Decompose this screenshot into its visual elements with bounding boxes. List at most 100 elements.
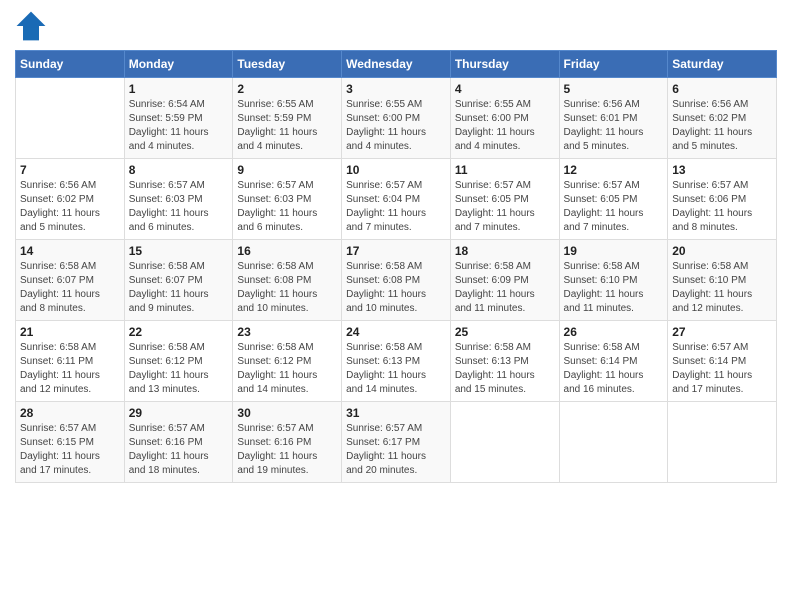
page-header <box>15 10 777 42</box>
day-info: Sunrise: 6:55 AM Sunset: 6:00 PM Dayligh… <box>346 98 446 154</box>
day-number: 9 <box>237 163 337 177</box>
day-cell: 18 Sunrise: 6:58 AM Sunset: 6:09 PM Dayli… <box>450 240 559 321</box>
day-number: 20 <box>672 244 772 258</box>
day-cell: 28 Sunrise: 6:57 AM Sunset: 6:15 PM Dayli… <box>16 402 125 483</box>
day-number: 17 <box>346 244 446 258</box>
header-cell-sunday: Sunday <box>16 51 125 78</box>
day-info: Sunrise: 6:58 AM Sunset: 6:07 PM Dayligh… <box>129 260 229 316</box>
header-row: SundayMondayTuesdayWednesdayThursdayFrid… <box>16 51 777 78</box>
day-cell: 15Sunrise: 6:58 AM Sunset: 6:07 PM Dayli… <box>124 240 233 321</box>
header-cell-saturday: Saturday <box>668 51 777 78</box>
day-info: Sunrise: 6:56 AM Sunset: 6:01 PM Dayligh… <box>564 98 664 154</box>
day-cell: 1 Sunrise: 6:54 AM Sunset: 5:59 PM Daylig… <box>124 78 233 159</box>
day-info: Sunrise: 6:58 AM Sunset: 6:12 PM Dayligh… <box>237 341 337 397</box>
day-number: 22 <box>129 325 229 339</box>
day-info: Sunrise: 6:57 AM Sunset: 6:03 PM Dayligh… <box>237 179 337 235</box>
day-info: Sunrise: 6:58 AM Sunset: 6:12 PM Dayligh… <box>129 341 229 397</box>
day-info: Sunrise: 6:57 AM Sunset: 6:15 PM Dayligh… <box>20 422 120 478</box>
day-number: 1 <box>129 82 229 96</box>
day-info: Sunrise: 6:58 AM Sunset: 6:08 PM Dayligh… <box>237 260 337 316</box>
day-cell: 31 Sunrise: 6:57 AM Sunset: 6:17 PM Dayli… <box>342 402 451 483</box>
day-cell: 6Sunrise: 6:56 AM Sunset: 6:02 PM Daylig… <box>668 78 777 159</box>
day-number: 26 <box>564 325 664 339</box>
day-cell: 10 Sunrise: 6:57 AM Sunset: 6:04 PM Dayli… <box>342 159 451 240</box>
day-info: Sunrise: 6:57 AM Sunset: 6:06 PM Dayligh… <box>672 179 772 235</box>
day-number: 31 <box>346 406 446 420</box>
day-number: 12 <box>564 163 664 177</box>
day-cell: 24 Sunrise: 6:58 AM Sunset: 6:13 PM Dayli… <box>342 321 451 402</box>
day-cell: 12 Sunrise: 6:57 AM Sunset: 6:05 PM Dayli… <box>559 159 668 240</box>
day-number: 18 <box>455 244 555 258</box>
day-number: 13 <box>672 163 772 177</box>
day-number: 21 <box>20 325 120 339</box>
day-number: 6 <box>672 82 772 96</box>
day-number: 8 <box>129 163 229 177</box>
day-number: 19 <box>564 244 664 258</box>
day-info: Sunrise: 6:57 AM Sunset: 6:05 PM Dayligh… <box>455 179 555 235</box>
day-cell: 19 Sunrise: 6:58 AM Sunset: 6:10 PM Dayli… <box>559 240 668 321</box>
day-cell: 17Sunrise: 6:58 AM Sunset: 6:08 PM Dayli… <box>342 240 451 321</box>
day-cell: 14 Sunrise: 6:58 AM Sunset: 6:07 PM Dayli… <box>16 240 125 321</box>
day-cell: 20 Sunrise: 6:58 AM Sunset: 6:10 PM Dayli… <box>668 240 777 321</box>
day-cell: 26 Sunrise: 6:58 AM Sunset: 6:14 PM Dayli… <box>559 321 668 402</box>
day-cell: 23 Sunrise: 6:58 AM Sunset: 6:12 PM Dayli… <box>233 321 342 402</box>
day-number: 7 <box>20 163 120 177</box>
day-number: 24 <box>346 325 446 339</box>
day-info: Sunrise: 6:58 AM Sunset: 6:07 PM Dayligh… <box>20 260 120 316</box>
logo <box>15 10 51 42</box>
day-info: Sunrise: 6:58 AM Sunset: 6:11 PM Dayligh… <box>20 341 120 397</box>
day-cell <box>559 402 668 483</box>
day-cell <box>450 402 559 483</box>
day-info: Sunrise: 6:57 AM Sunset: 6:16 PM Dayligh… <box>129 422 229 478</box>
day-info: Sunrise: 6:55 AM Sunset: 5:59 PM Dayligh… <box>237 98 337 154</box>
day-cell: 21 Sunrise: 6:58 AM Sunset: 6:11 PM Dayli… <box>16 321 125 402</box>
day-info: Sunrise: 6:58 AM Sunset: 6:13 PM Dayligh… <box>455 341 555 397</box>
day-info: Sunrise: 6:56 AM Sunset: 6:02 PM Dayligh… <box>20 179 120 235</box>
day-info: Sunrise: 6:58 AM Sunset: 6:09 PM Dayligh… <box>455 260 555 316</box>
day-info: Sunrise: 6:58 AM Sunset: 6:14 PM Dayligh… <box>564 341 664 397</box>
day-info: Sunrise: 6:58 AM Sunset: 6:10 PM Dayligh… <box>672 260 772 316</box>
week-row-2: 7 Sunrise: 6:56 AM Sunset: 6:02 PM Daylig… <box>16 159 777 240</box>
day-cell: 13 Sunrise: 6:57 AM Sunset: 6:06 PM Dayli… <box>668 159 777 240</box>
day-info: Sunrise: 6:57 AM Sunset: 6:16 PM Dayligh… <box>237 422 337 478</box>
day-cell: 3Sunrise: 6:55 AM Sunset: 6:00 PM Daylig… <box>342 78 451 159</box>
week-row-5: 28 Sunrise: 6:57 AM Sunset: 6:15 PM Dayli… <box>16 402 777 483</box>
day-number: 16 <box>237 244 337 258</box>
day-info: Sunrise: 6:57 AM Sunset: 6:05 PM Dayligh… <box>564 179 664 235</box>
day-cell <box>668 402 777 483</box>
day-number: 30 <box>237 406 337 420</box>
day-cell: 30 Sunrise: 6:57 AM Sunset: 6:16 PM Dayli… <box>233 402 342 483</box>
day-number: 10 <box>346 163 446 177</box>
day-cell: 27 Sunrise: 6:57 AM Sunset: 6:14 PM Dayli… <box>668 321 777 402</box>
day-number: 5 <box>564 82 664 96</box>
header-cell-tuesday: Tuesday <box>233 51 342 78</box>
day-number: 28 <box>20 406 120 420</box>
day-number: 25 <box>455 325 555 339</box>
day-cell: 5 Sunrise: 6:56 AM Sunset: 6:01 PM Daylig… <box>559 78 668 159</box>
day-info: Sunrise: 6:58 AM Sunset: 6:10 PM Dayligh… <box>564 260 664 316</box>
logo-icon <box>15 10 47 42</box>
day-cell: 16 Sunrise: 6:58 AM Sunset: 6:08 PM Dayli… <box>233 240 342 321</box>
day-cell: 22 Sunrise: 6:58 AM Sunset: 6:12 PM Dayli… <box>124 321 233 402</box>
day-cell: 8 Sunrise: 6:57 AM Sunset: 6:03 PM Daylig… <box>124 159 233 240</box>
day-info: Sunrise: 6:57 AM Sunset: 6:14 PM Dayligh… <box>672 341 772 397</box>
day-info: Sunrise: 6:57 AM Sunset: 6:17 PM Dayligh… <box>346 422 446 478</box>
day-number: 14 <box>20 244 120 258</box>
day-info: Sunrise: 6:57 AM Sunset: 6:03 PM Dayligh… <box>129 179 229 235</box>
day-number: 4 <box>455 82 555 96</box>
day-cell <box>16 78 125 159</box>
day-cell: 2Sunrise: 6:55 AM Sunset: 5:59 PM Daylig… <box>233 78 342 159</box>
day-cell: 29Sunrise: 6:57 AM Sunset: 6:16 PM Dayli… <box>124 402 233 483</box>
week-row-1: 1 Sunrise: 6:54 AM Sunset: 5:59 PM Daylig… <box>16 78 777 159</box>
day-number: 27 <box>672 325 772 339</box>
day-info: Sunrise: 6:57 AM Sunset: 6:04 PM Dayligh… <box>346 179 446 235</box>
day-info: Sunrise: 6:58 AM Sunset: 6:13 PM Dayligh… <box>346 341 446 397</box>
header-cell-friday: Friday <box>559 51 668 78</box>
calendar-header: SundayMondayTuesdayWednesdayThursdayFrid… <box>16 51 777 78</box>
day-cell: 4 Sunrise: 6:55 AM Sunset: 6:00 PM Daylig… <box>450 78 559 159</box>
day-number: 23 <box>237 325 337 339</box>
day-info: Sunrise: 6:54 AM Sunset: 5:59 PM Dayligh… <box>129 98 229 154</box>
day-cell: 25 Sunrise: 6:58 AM Sunset: 6:13 PM Dayli… <box>450 321 559 402</box>
day-info: Sunrise: 6:55 AM Sunset: 6:00 PM Dayligh… <box>455 98 555 154</box>
header-cell-thursday: Thursday <box>450 51 559 78</box>
